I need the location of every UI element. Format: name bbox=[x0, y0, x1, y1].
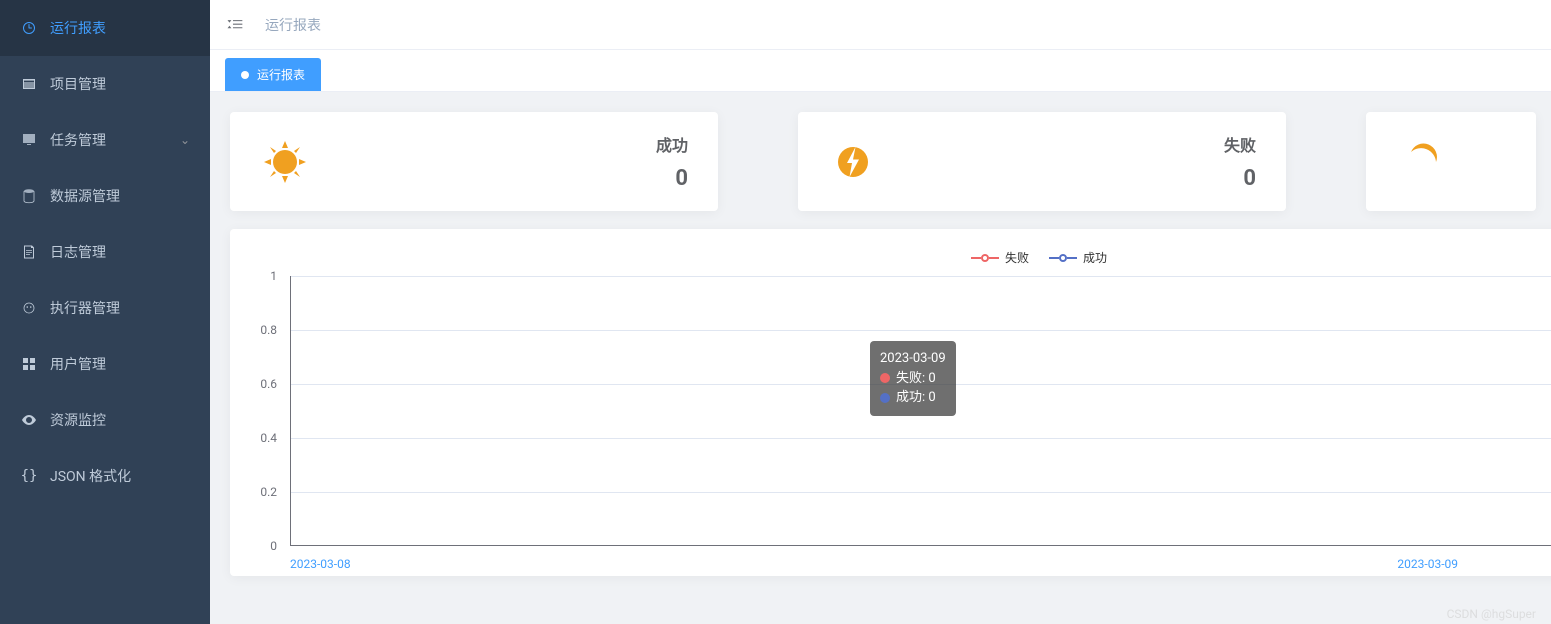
grid-icon bbox=[20, 355, 38, 373]
breadcrumb: 运行报表 bbox=[265, 15, 321, 35]
y-tick: 0.8 bbox=[260, 323, 277, 337]
bolt-icon bbox=[828, 137, 878, 187]
legend-marker-success bbox=[1049, 254, 1077, 262]
chart-container: 失败 成功 1 0.8 0.6 bbox=[230, 229, 1551, 576]
sidebar-item-user[interactable]: 用户管理 bbox=[0, 336, 210, 392]
sidebar-item-task[interactable]: 任务管理 ⌄ bbox=[0, 112, 210, 168]
sidebar-item-label: JSON 格式化 bbox=[50, 466, 190, 486]
chart-legend: 失败 成功 bbox=[250, 249, 1551, 266]
database-icon bbox=[20, 187, 38, 205]
x-axis-labels: 2023-03-08 2023-03-09 bbox=[290, 557, 1551, 571]
sidebar-item-label: 资源监控 bbox=[50, 410, 190, 430]
braces-icon: {} bbox=[20, 467, 38, 485]
y-tick: 0 bbox=[270, 539, 277, 553]
legend-item-success[interactable]: 成功 bbox=[1049, 249, 1107, 266]
box-icon bbox=[20, 75, 38, 93]
chevron-down-icon: ⌄ bbox=[180, 133, 190, 147]
main: 运行报表 运行报表 成功 0 bbox=[210, 0, 1551, 624]
tab-report[interactable]: 运行报表 bbox=[225, 58, 321, 91]
eye-icon bbox=[20, 411, 38, 429]
header: 运行报表 bbox=[210, 0, 1551, 50]
tab-label: 运行报表 bbox=[257, 66, 305, 83]
y-axis-line bbox=[290, 276, 291, 546]
x-axis-line bbox=[290, 545, 1551, 546]
legend-label: 成功 bbox=[1083, 249, 1107, 266]
x-tick: 2023-03-08 bbox=[290, 557, 351, 571]
legend-item-fail[interactable]: 失败 bbox=[971, 249, 1029, 266]
legend-marker-fail bbox=[971, 254, 999, 262]
cards-row: 成功 0 失败 0 bbox=[230, 112, 1551, 211]
y-tick: 1 bbox=[270, 269, 277, 283]
sidebar-item-label: 执行器管理 bbox=[50, 298, 190, 318]
dashboard-icon bbox=[20, 19, 38, 37]
content: 成功 0 失败 0 bbox=[210, 92, 1551, 624]
y-axis: 1 0.8 0.6 0.4 0.2 0 bbox=[250, 276, 285, 546]
document-icon bbox=[20, 243, 38, 261]
legend-label: 失败 bbox=[1005, 249, 1029, 266]
y-tick: 0.6 bbox=[260, 377, 277, 391]
chart-area[interactable]: 1 0.8 0.6 0.4 0.2 0 2023-03-0 bbox=[290, 276, 1551, 566]
card-value: 0 bbox=[1224, 166, 1256, 191]
tooltip-row: 失败: 0 bbox=[880, 369, 946, 389]
sidebar-item-monitor[interactable]: 资源监控 bbox=[0, 392, 210, 448]
x-tick: 2023-03-09 bbox=[1397, 557, 1458, 571]
sidebar-item-label: 项目管理 bbox=[50, 74, 190, 94]
y-tick: 0.2 bbox=[260, 485, 277, 499]
sidebar-item-label: 任务管理 bbox=[50, 130, 180, 150]
sidebar-item-executor[interactable]: 执行器管理 bbox=[0, 280, 210, 336]
tooltip-row: 成功: 0 bbox=[880, 388, 946, 408]
card-info: 成功 0 bbox=[656, 132, 688, 191]
monitor-icon bbox=[20, 131, 38, 149]
tooltip-dot-fail bbox=[880, 373, 890, 383]
sidebar-item-project[interactable]: 项目管理 bbox=[0, 56, 210, 112]
robot-icon bbox=[20, 299, 38, 317]
sidebar-item-label: 数据源管理 bbox=[50, 186, 190, 206]
y-tick: 0.4 bbox=[260, 431, 277, 445]
sidebar-item-datasource[interactable]: 数据源管理 bbox=[0, 168, 210, 224]
sun-icon bbox=[260, 137, 310, 187]
sidebar-item-report[interactable]: 运行报表 bbox=[0, 0, 210, 56]
card-label: 成功 bbox=[656, 132, 688, 156]
tab-active-dot bbox=[241, 71, 249, 79]
tooltip-dot-success bbox=[880, 393, 890, 403]
tooltip-title: 2023-03-09 bbox=[880, 349, 946, 369]
sidebar-item-label: 运行报表 bbox=[50, 18, 190, 38]
card-third bbox=[1366, 112, 1536, 211]
card-info: 失败 0 bbox=[1224, 132, 1256, 191]
sidebar-item-label: 日志管理 bbox=[50, 242, 190, 262]
card-value: 0 bbox=[656, 166, 688, 191]
sidebar-item-json[interactable]: {} JSON 格式化 bbox=[0, 448, 210, 504]
card-fail: 失败 0 bbox=[798, 112, 1286, 211]
sidebar-item-log[interactable]: 日志管理 bbox=[0, 224, 210, 280]
chart-tooltip: 2023-03-09 失败: 0 成功: 0 bbox=[870, 341, 956, 416]
sidebar: 运行报表 项目管理 任务管理 ⌄ 数据源管理 日志管理 bbox=[0, 0, 210, 624]
watermark: CSDN @hgSuper bbox=[1447, 607, 1536, 621]
card-label: 失败 bbox=[1224, 132, 1256, 156]
sidebar-item-label: 用户管理 bbox=[50, 354, 190, 374]
card-success: 成功 0 bbox=[230, 112, 718, 211]
tabs-bar: 运行报表 bbox=[210, 50, 1551, 92]
hamburger-icon[interactable] bbox=[225, 15, 245, 35]
moon-icon bbox=[1396, 137, 1446, 187]
